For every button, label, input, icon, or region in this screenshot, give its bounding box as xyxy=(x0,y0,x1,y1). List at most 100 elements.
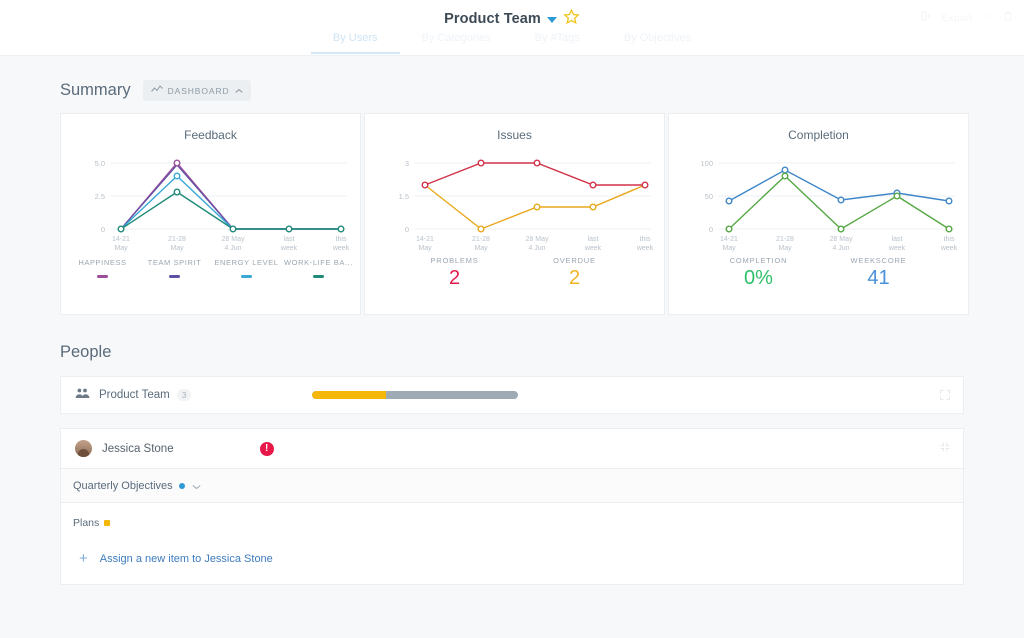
card-title-feedback: Feedback xyxy=(61,128,360,142)
plans-label: Plans xyxy=(73,517,99,529)
top-bar-actions: Export xyxy=(920,10,1014,25)
ytick-completion-0: 0 xyxy=(709,225,713,234)
objectives-row[interactable]: Quarterly Objectives xyxy=(61,469,963,503)
ytick-issues-0: 0 xyxy=(405,225,409,234)
xtick-feedback-0a: 14-21 xyxy=(112,236,130,243)
star-icon[interactable] xyxy=(563,8,580,30)
tab-by-users[interactable]: By Users xyxy=(311,28,400,54)
xtick-feedback-3b: week xyxy=(280,245,298,252)
plans-status-marker xyxy=(104,520,110,526)
chevron-up-icon xyxy=(235,86,243,96)
page-title: Product Team xyxy=(444,11,541,27)
xtick-issues-2a: 28 May xyxy=(526,236,549,243)
xtick-feedback-3a: last xyxy=(284,236,295,243)
xtick-issues-2b: 4 Jun xyxy=(528,245,545,252)
ytick-issues-2: 3 xyxy=(405,159,409,168)
metric-problems-value: 2 xyxy=(395,267,515,290)
objectives-label: Quarterly Objectives xyxy=(73,480,173,492)
avatar xyxy=(75,440,92,457)
chevron-down-icon[interactable] xyxy=(547,17,557,23)
collapse-icon[interactable] xyxy=(939,440,951,458)
xtick-issues-1b: May xyxy=(474,245,488,252)
xtick-feedback-2a: 28 May xyxy=(222,236,245,243)
expand-icon[interactable] xyxy=(939,388,951,406)
assign-item-row[interactable]: + Assign a new item to Jessica Stone xyxy=(73,551,963,566)
people-group-icon xyxy=(75,386,90,404)
xtick-feedback-2b: 4 Jun xyxy=(224,245,241,252)
metric-problems: PROBLEMS 2 xyxy=(395,256,515,290)
legend-item-work-life-balance: WORK-LIFE BA... xyxy=(283,258,355,278)
summary-title: Summary xyxy=(60,81,131,100)
metrics-completion: COMPLETION 0% WEEKSCORE 41 xyxy=(669,256,968,290)
xtick-completion-4b: week xyxy=(940,245,958,252)
xtick-completion-3b: week xyxy=(888,245,906,252)
ytick-completion-1: 50 xyxy=(705,192,713,201)
team-count-badge: 3 xyxy=(177,389,192,401)
xtick-completion-2b: 4 Jun xyxy=(832,245,849,252)
xtick-issues-0b: May xyxy=(418,245,432,252)
xtick-issues-3a: last xyxy=(588,236,599,243)
metric-completion-value: 0% xyxy=(699,267,819,290)
chart-issues-svg: 3 1.5 0 14-21 May 21-28 May xyxy=(373,148,658,253)
xtick-feedback-4b: week xyxy=(332,245,350,252)
trash-icon[interactable] xyxy=(1002,10,1014,25)
plans-block: Plans + Assign a new item to Jessica Sto… xyxy=(61,503,963,584)
line-chart-icon xyxy=(151,85,163,96)
tab-by-categories[interactable]: By Categories xyxy=(400,28,513,54)
tab-by-tags[interactable]: By #Tags xyxy=(513,28,602,54)
summary-cards: Feedback 5.0 2.5 0 xyxy=(0,113,1024,315)
people-header: People xyxy=(0,315,1024,376)
xtick-completion-4a: this xyxy=(944,236,955,243)
team-row-card: Product Team 3 xyxy=(60,376,964,414)
export-icon[interactable] xyxy=(920,10,932,25)
xtick-feedback-0b: May xyxy=(114,245,128,252)
legend-feedback: HAPPINESS TEAM SPIRIT ENERGY LEVEL WORK-… xyxy=(61,258,360,278)
people-title: People xyxy=(60,343,111,361)
assign-item-link[interactable]: Assign a new item to Jessica Stone xyxy=(100,553,273,565)
team-name: Product Team xyxy=(99,389,170,401)
xtick-completion-0b: May xyxy=(722,245,736,252)
legend-item-team-spirit: TEAM SPIRIT xyxy=(139,258,211,278)
plus-icon[interactable]: + xyxy=(79,551,88,566)
metric-weekscore-value: 41 xyxy=(819,267,939,290)
chevron-down-icon[interactable] xyxy=(192,477,201,495)
dashboard-button[interactable]: DASHBOARD xyxy=(143,80,251,101)
legend-dash-happiness xyxy=(97,275,108,278)
xtick-completion-3a: last xyxy=(892,236,903,243)
ytick-issues-1: 1.5 xyxy=(399,192,409,201)
team-progress-bar xyxy=(312,391,518,399)
xtick-completion-2a: 28 May xyxy=(830,236,853,243)
xtick-issues-4a: this xyxy=(640,236,651,243)
card-title-completion: Completion xyxy=(669,128,968,142)
tab-by-objectives[interactable]: By Objectives xyxy=(602,28,713,54)
chart-completion-svg: 100 50 0 14-21 May xyxy=(677,148,962,253)
chevron-left-icon[interactable] xyxy=(982,11,992,24)
legend-dash-energy-level xyxy=(241,275,252,278)
person-name: Jessica Stone xyxy=(102,443,174,455)
xtick-issues-3b: week xyxy=(584,245,602,252)
legend-dash-work-life-balance xyxy=(313,275,324,278)
metric-completion: COMPLETION 0% xyxy=(699,256,819,290)
person-card: Jessica Stone ! Quarterly Objectives Pla… xyxy=(60,428,964,585)
xtick-completion-0a: 14-21 xyxy=(720,236,738,243)
chart-completion: 100 50 0 14-21 May xyxy=(677,148,960,248)
objectives-status-dot xyxy=(179,483,185,489)
card-issues: Issues 3 1.5 0 xyxy=(364,113,665,315)
top-bar: Product Team By Users By Categories By #… xyxy=(0,0,1024,56)
export-label[interactable]: Export xyxy=(942,12,972,24)
alert-exclamation-icon[interactable]: ! xyxy=(260,442,274,456)
xtick-issues-1a: 21-28 xyxy=(472,236,490,243)
metric-weekscore: WEEKSCORE 41 xyxy=(819,256,939,290)
legend-item-happiness: HAPPINESS xyxy=(67,258,139,278)
ytick-feedback-2: 5.0 xyxy=(95,159,105,168)
summary-header: Summary DASHBOARD xyxy=(0,56,1024,113)
ytick-completion-2: 100 xyxy=(700,159,713,168)
card-title-issues: Issues xyxy=(365,128,664,142)
plans-header: Plans xyxy=(73,517,963,529)
ytick-feedback-0: 0 xyxy=(101,225,105,234)
person-row[interactable]: Jessica Stone ! xyxy=(61,429,963,469)
xtick-issues-0a: 14-21 xyxy=(416,236,434,243)
legend-item-energy-level: ENERGY LEVEL xyxy=(211,258,283,278)
team-progress-fill xyxy=(312,391,386,399)
page-body: Summary DASHBOARD Feedback xyxy=(0,56,1024,638)
